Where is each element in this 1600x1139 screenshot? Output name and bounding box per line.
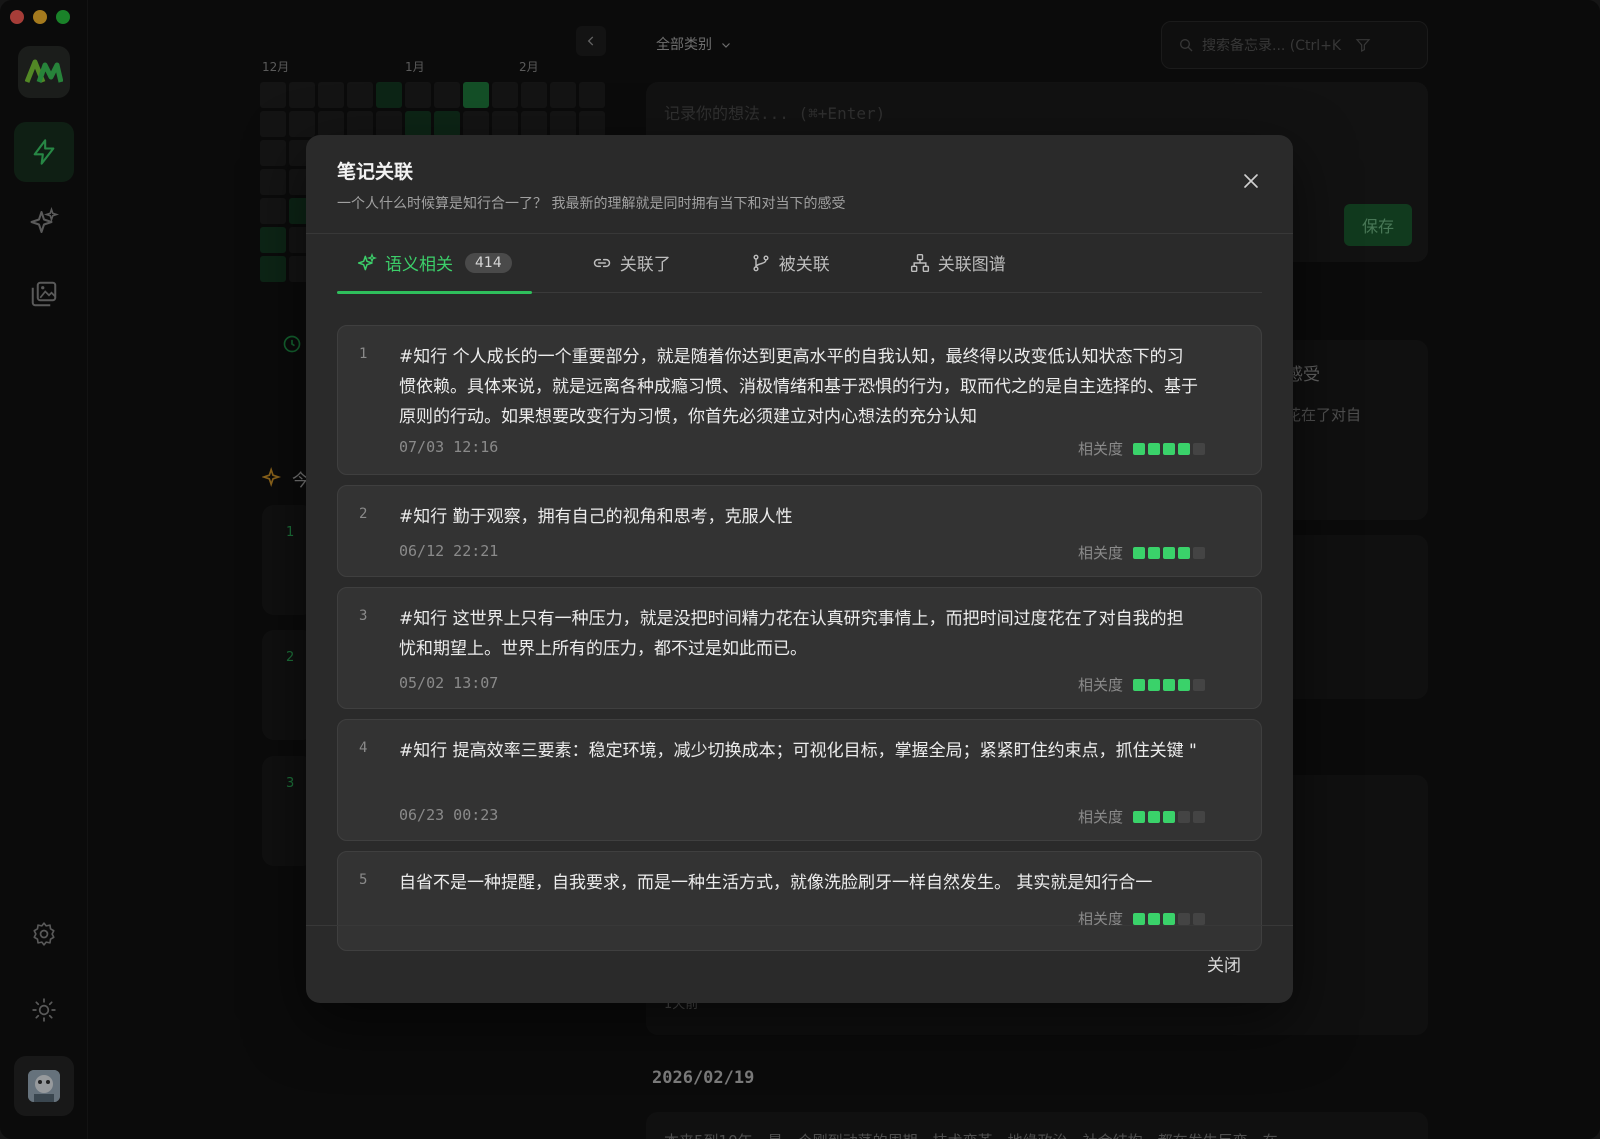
item-index: 4 [359, 740, 368, 756]
relevance-bar [1193, 546, 1205, 559]
relevance-label: 相关度 [1077, 676, 1123, 694]
link-icon [593, 258, 610, 267]
relevance-bar [1178, 546, 1190, 559]
item-date: 06/23 00:23 [399, 806, 499, 824]
relevance-bar [1148, 912, 1160, 925]
dialog-title: 笔记关联 [337, 161, 414, 183]
relevance-bar [1133, 546, 1145, 559]
relevance-bar [1178, 912, 1190, 925]
relevance-bar [1148, 810, 1160, 823]
relevance-bar [1178, 678, 1190, 691]
relevance-bars [1133, 912, 1205, 925]
relevance-bar [1178, 810, 1190, 823]
relevance-bar [1133, 912, 1145, 925]
relevance-bar [1148, 546, 1160, 559]
graph-icon [910, 253, 929, 272]
relevance-bar [1133, 678, 1145, 691]
related-note-item[interactable]: 3 #知行 这世界上只有一种压力，就是没把时间精力花在认真研究事情上，而把时间过… [337, 587, 1262, 709]
relevance-meter: 相关度 [1078, 438, 1205, 459]
close-icon [1244, 174, 1258, 188]
item-index: 5 [359, 872, 368, 888]
relevance-label: 相关度 [1077, 544, 1123, 562]
relevance-bar [1163, 912, 1175, 925]
related-note-item[interactable]: 4 #知行 提高效率三要素：稳定环境，减少切换成本；可视化目标，掌握全局；紧紧盯… [337, 719, 1262, 841]
relevance-meter: 相关度 [1078, 542, 1205, 563]
relevance-bar [1163, 678, 1175, 691]
related-note-item[interactable]: 2 #知行 勤于观察，拥有自己的视角和思考，克服人性 06/12 22:21 相… [337, 485, 1262, 577]
close-button[interactable]: 关闭 [1207, 951, 1241, 976]
tab-links-to[interactable]: 关联了 [572, 233, 691, 293]
relevance-bars [1133, 678, 1205, 691]
relevance-bars [1133, 442, 1205, 455]
item-date: 06/12 22:21 [399, 542, 499, 560]
relevance-bar [1133, 442, 1145, 455]
relevance-bar [1148, 678, 1160, 691]
item-index: 2 [359, 506, 368, 522]
relation-tabs: 语义相关 414 关联了 被关联 关联图谱 [337, 233, 1262, 294]
related-notes-list[interactable]: 1 #知行 个人成长的一个重要部分，就是随着你达到更高水平的自我认知，最终得以改… [337, 325, 1262, 1003]
divider [306, 925, 1293, 926]
close-dialog-button[interactable] [1239, 169, 1263, 193]
relevance-bar [1193, 678, 1205, 691]
note-relations-dialog: 笔记关联 一个人什么时候算是知行合一了？ 我最新的理解就是同时拥有当下和对当下的… [306, 135, 1293, 1003]
tab-label: 关联图谱 [937, 255, 1006, 275]
item-index: 3 [359, 608, 368, 624]
relevance-bar [1163, 442, 1175, 455]
relevance-label: 相关度 [1077, 808, 1123, 826]
related-note-item[interactable]: 1 #知行 个人成长的一个重要部分，就是随着你达到更高水平的自我认知，最终得以改… [337, 325, 1262, 475]
tab-label: 关联了 [619, 255, 671, 275]
dialog-subtitle: 一个人什么时候算是知行合一了？ 我最新的理解就是同时拥有当下和对当下的感受 [337, 196, 846, 212]
tab-graph[interactable]: 关联图谱 [890, 233, 1026, 293]
item-text: #知行 这世界上只有一种压力，就是没把时间精力花在认真研究事情上，而把时间过度花… [399, 609, 1184, 659]
relevance-label: 相关度 [1077, 440, 1123, 458]
tab-label: 语义相关 [385, 255, 453, 275]
relevance-bar [1148, 442, 1160, 455]
item-text: #知行 勤于观察，拥有自己的视角和思考，克服人性 [399, 507, 793, 527]
item-text: #知行 提高效率三要素：稳定环境，减少切换成本；可视化目标，掌握全局；紧紧盯住约… [399, 741, 1197, 761]
item-date: 07/03 12:16 [399, 438, 499, 456]
count-badge: 414 [465, 252, 512, 273]
relevance-bar [1163, 810, 1175, 823]
relevance-meter: 相关度 [1078, 674, 1205, 695]
item-text: 自省不是一种提醒，自我要求，而是一种生活方式，就像洗脸刷牙一样自然发生。 其实就… [399, 873, 1153, 893]
relevance-bar [1163, 546, 1175, 559]
relevance-bar [1193, 810, 1205, 823]
app-window: 12月 1月 2月 今 1 2 3 全部类别 搜索备忘录... (Ctrl+K [0, 0, 1600, 1139]
tab-semantic[interactable]: 语义相关 414 [337, 233, 532, 294]
relevance-bar [1178, 442, 1190, 455]
item-text: #知行 个人成长的一个重要部分，就是随着你达到更高水平的自我认知，最终得以改变低… [399, 347, 1198, 427]
relevance-bars [1133, 546, 1205, 559]
related-note-item[interactable]: 5 自省不是一种提醒，自我要求，而是一种生活方式，就像洗脸刷牙一样自然发生。 其… [337, 851, 1262, 951]
relevance-bar [1193, 912, 1205, 925]
branch-icon [753, 254, 769, 271]
tab-linked-by[interactable]: 被关联 [731, 233, 850, 293]
item-index: 1 [359, 346, 368, 362]
relevance-meter: 相关度 [1078, 806, 1205, 827]
relevance-bar [1193, 442, 1205, 455]
item-date: 05/02 13:07 [399, 674, 499, 692]
relevance-bars [1133, 810, 1205, 823]
tab-label: 被关联 [778, 255, 830, 275]
relevance-bar [1133, 810, 1145, 823]
sparkles-icon [357, 252, 377, 270]
